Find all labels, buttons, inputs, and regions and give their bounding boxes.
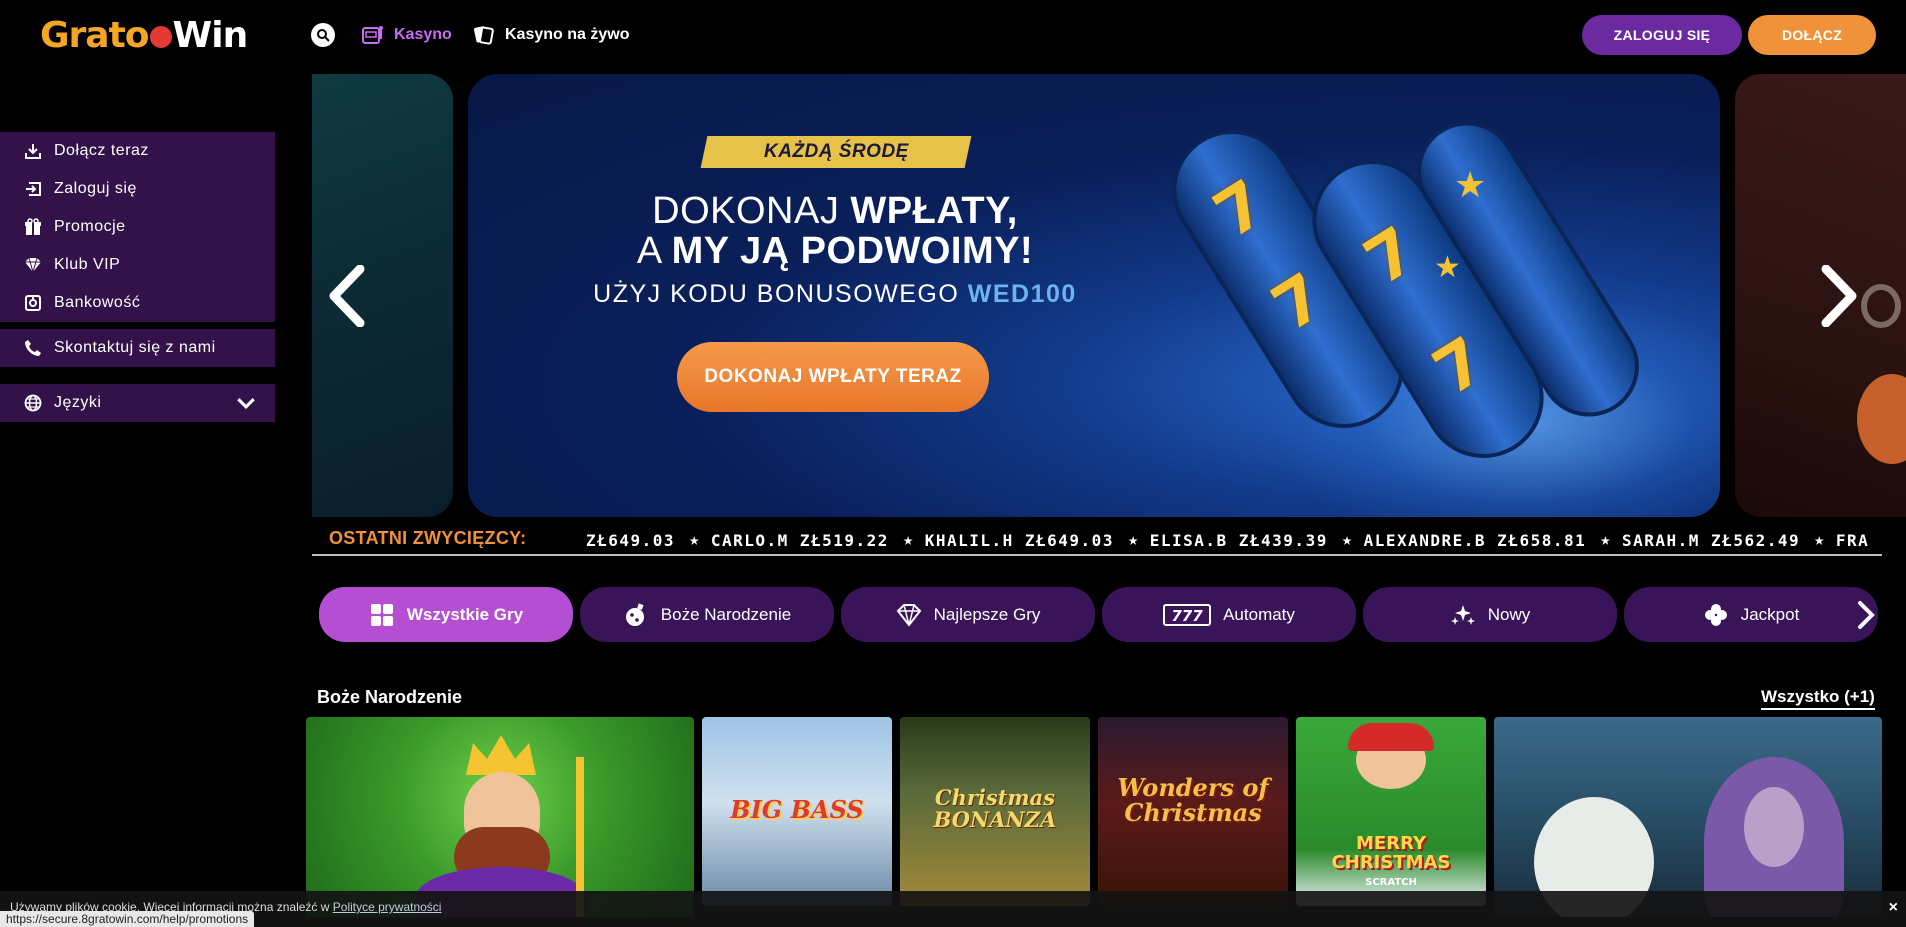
globe-icon <box>24 394 42 412</box>
slide-decoration <box>1861 284 1901 328</box>
sidebar-item-promotions[interactable]: Promocje <box>0 208 275 246</box>
diamond-icon <box>896 603 921 627</box>
diamond-icon <box>25 257 41 273</box>
carousel-prev-arrow-icon[interactable] <box>324 265 368 327</box>
section-title: Boże Narodzenie <box>317 687 463 707</box>
nav-live-casino[interactable]: Kasyno na żywo <box>473 22 629 48</box>
phone-icon <box>25 340 41 356</box>
privacy-policy-link[interactable]: Polityce prywatności <box>333 900 442 914</box>
svg-text:777: 777 <box>1171 607 1203 625</box>
game-tile-big-bass[interactable]: BIG BASS <box>702 717 892 906</box>
sidebar-item-vip[interactable]: Klub VIP <box>0 246 275 284</box>
game-tile-merry-christmas[interactable]: MERRY CHRISTMAS SCRATCH <box>1296 717 1486 906</box>
tab-top-games[interactable]: Najlepsze Gry <box>841 587 1095 642</box>
sidebar-item-label: Dołącz teraz <box>54 142 149 159</box>
search-button[interactable] <box>311 23 335 47</box>
bank-icon <box>25 295 41 311</box>
sidebar-item-label: Promocje <box>54 218 126 235</box>
download-icon <box>25 144 41 159</box>
sidebar-menu: Dołącz teraz Zaloguj się Promocje Klub V… <box>0 132 275 322</box>
winner-entry: ELISA.B ZŁ439.39 <box>1128 530 1328 550</box>
christmas-ornament-icon <box>625 602 644 626</box>
tab-label: Jackpot <box>1740 604 1800 624</box>
banner-headline-2: A MY JĄ PODWOIMY! <box>636 230 1034 272</box>
santa-hat-image <box>1348 723 1434 751</box>
star-decoration-icon: ★ <box>1454 164 1487 205</box>
sidebar-item-banking[interactable]: Bankowość <box>0 284 275 322</box>
nav-casino-label: Kasyno <box>394 26 452 43</box>
crown-image <box>466 735 536 775</box>
tab-label: Najlepsze Gry <box>933 604 1041 624</box>
sidebar-languages: Języki <box>0 384 275 422</box>
sidebar-item-label: Skontaktuj się z nami <box>54 339 216 356</box>
every-wednesday-badge: KAŻDĄ ŚRODĘ <box>700 136 972 168</box>
winner-entry: ZŁ649.03 <box>586 530 676 550</box>
deposit-now-button[interactable]: DOKONAJ WPŁATY TERAZ <box>677 342 989 412</box>
logo[interactable]: Grato Win <box>40 14 249 56</box>
winner-entry: CARLO.M ZŁ519.22 <box>689 530 889 550</box>
tab-label: Wszystkie Gry <box>406 604 524 624</box>
sparkles-icon <box>1450 604 1475 625</box>
banner-headline-1: DOKONAJ WPŁATY, <box>652 190 1018 232</box>
cookie-close-button[interactable]: × <box>1889 899 1898 917</box>
gift-icon <box>25 218 41 235</box>
recent-winners-ticker: OSTATNI ZWYCIĘZCY: ZŁ649.03 CARLO.M ZŁ51… <box>312 520 1882 556</box>
tab-all-games[interactable]: Wszystkie Gry <box>319 587 573 642</box>
winner-entry: KHALIL.H ZŁ649.03 <box>903 530 1114 550</box>
tab-new[interactable]: Nowy <box>1363 587 1617 642</box>
logo-bow-icon <box>149 26 172 48</box>
join-button[interactable]: DOŁĄCZ <box>1748 15 1876 55</box>
search-icon <box>317 29 330 42</box>
login-icon <box>26 182 41 196</box>
login-button[interactable]: ZALOGUJ SIĘ <box>1582 15 1742 55</box>
sidebar-item-label: Języki <box>54 394 102 411</box>
page: Grato Win Kasyno Kasyno na żywo ZALOGUJ … <box>0 0 1906 927</box>
winner-entry: ALEXANDRE.B ZŁ658.81 <box>1342 530 1586 550</box>
tab-jackpot[interactable]: Jackpot <box>1624 587 1878 642</box>
nav-casino[interactable]: Kasyno <box>362 22 452 48</box>
ice-queen-face-image <box>1744 787 1804 867</box>
carousel-next-arrow-icon[interactable] <box>1818 265 1862 327</box>
nav-live-label: Kasyno na żywo <box>505 26 630 43</box>
star-decoration-icon: ★ <box>1434 251 1461 284</box>
tab-slots[interactable]: 777 Automaty <box>1102 587 1356 642</box>
cards-icon <box>474 26 494 45</box>
tab-label: Automaty <box>1223 604 1295 624</box>
banner-bonus-code: UŻYJ KODU BONUSOWEGO WED100 <box>593 280 1077 308</box>
status-bar-url: https://secure.8gratowin.com/help/promot… <box>0 911 255 927</box>
game-tile-christmas-bonanza[interactable]: Christmas BONANZA <box>900 717 1090 906</box>
logo-text-win: Win <box>172 14 249 56</box>
slide-decoration <box>1857 374 1906 464</box>
sidebar-item-label: Zaloguj się <box>54 180 137 197</box>
tab-christmas[interactable]: Boże Narodzenie <box>580 587 834 642</box>
logo-text-grato: Grato <box>40 14 150 56</box>
grid-icon <box>370 603 393 626</box>
sidebar-item-login[interactable]: Zaloguj się <box>0 170 275 208</box>
sidebar-item-label: Bankowość <box>54 294 141 311</box>
game-tile-king[interactable] <box>306 717 694 917</box>
clover-icon <box>1704 603 1727 626</box>
sidebar-item-contact[interactable]: Skontaktuj się z nami <box>0 329 275 367</box>
tabs-next-arrow-icon[interactable] <box>1856 600 1876 630</box>
tab-label: Boże Narodzenie <box>660 604 792 624</box>
slots-777-icon: 777 <box>1163 603 1212 626</box>
view-all-link[interactable]: Wszystko (+1) <box>1761 687 1875 710</box>
winner-entry: FRA <box>1814 530 1869 550</box>
sidebar-item-join[interactable]: Dołącz teraz <box>0 132 275 170</box>
game-tile-ice-queen[interactable] <box>1494 717 1882 917</box>
sidebar-item-label: Klub VIP <box>54 256 121 273</box>
sidebar-contact: Skontaktuj się z nami <box>0 329 275 367</box>
slot-machine-icon <box>362 26 383 44</box>
game-tile-wonders-of-christmas[interactable]: Wonders of Christmas <box>1098 717 1288 906</box>
promo-banner[interactable]: 7 7 7 7 ★ ★ KAŻDĄ ŚRODĘ DOKONAJ WPŁATY, … <box>468 74 1720 517</box>
winner-entry: SARAH.M ZŁ562.49 <box>1600 530 1800 550</box>
winners-label: OSTATNI ZWYCIĘZCY: <box>329 528 527 548</box>
cookie-banner: Używamy plików cookie. Więcej informacji… <box>0 891 1906 927</box>
chevron-down-icon <box>237 398 255 410</box>
winners-strip: ZŁ649.03 CARLO.M ZŁ519.22 KHALIL.H ZŁ649… <box>586 530 1869 550</box>
languages-dropdown[interactable]: Języki <box>0 384 275 422</box>
tab-label: Nowy <box>1487 604 1531 624</box>
